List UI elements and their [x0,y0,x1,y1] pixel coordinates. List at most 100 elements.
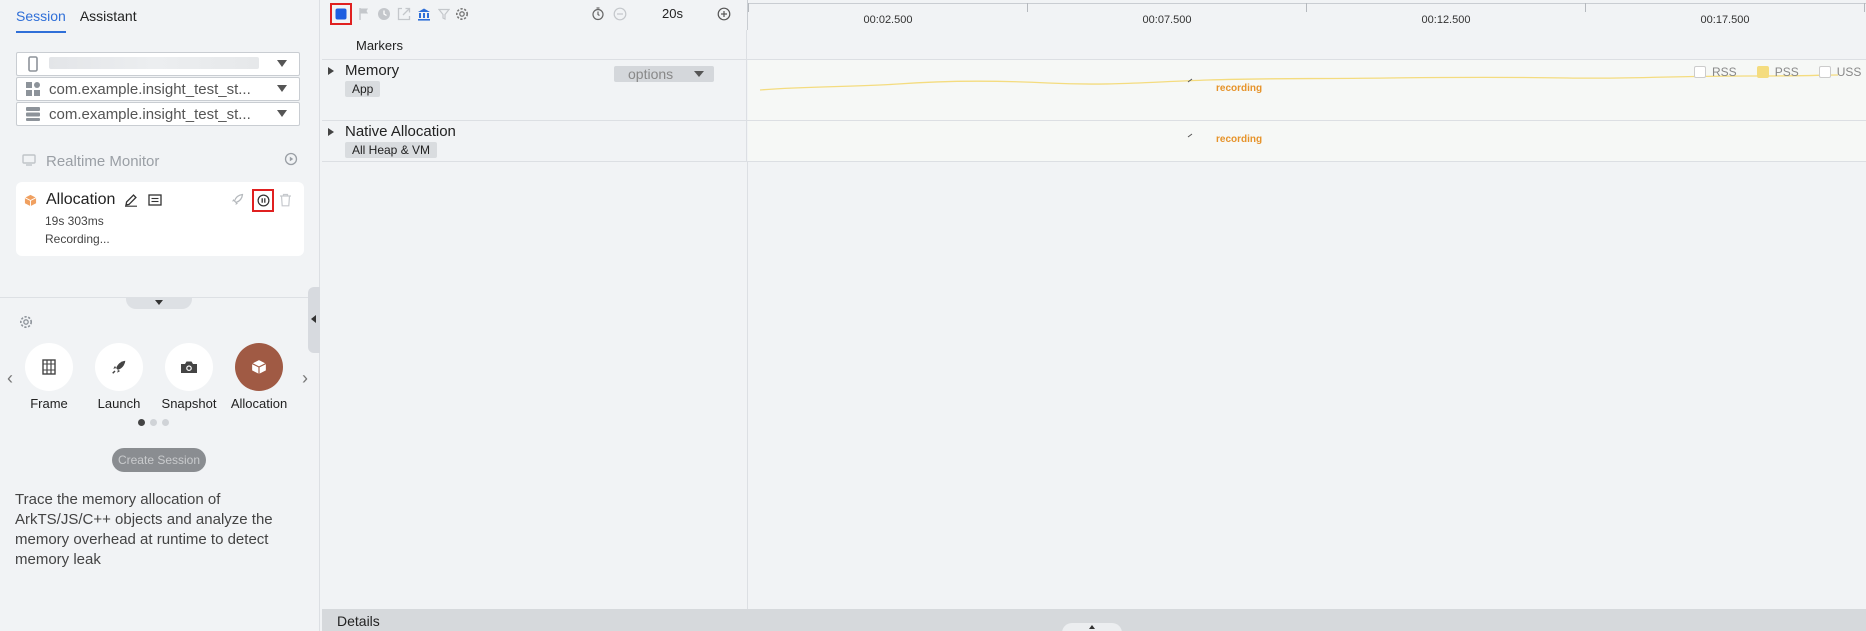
pagination-dot[interactable] [162,419,169,426]
apps-grid-icon [17,78,49,100]
device-select[interactable] [16,52,300,76]
pagination-dot[interactable] [150,419,157,426]
ruler-tick-label: 00:12.500 [1421,14,1471,26]
tab-assistant[interactable]: Assistant [80,8,137,33]
pause-circle-icon [257,194,269,207]
realtime-monitor-label: Realtime Monitor [46,152,160,170]
expand-triangle-icon[interactable] [328,128,334,136]
pagination-dot[interactable] [138,419,145,426]
app-select[interactable]: com.example.insight_test_st... [16,77,300,101]
chevron-down-icon [694,71,704,77]
native-allocation-graph[interactable]: recording [748,121,1866,161]
chevron-down-icon [277,110,287,117]
memory-scope-chip[interactable]: App [345,81,381,97]
pss-label: PSS [1774,65,1799,79]
session-status: Recording... [45,232,110,246]
timeline-toolbar: 20s [322,0,746,30]
export-icon[interactable] [396,6,412,22]
expand-triangle-icon[interactable] [328,67,334,75]
markers-header: Markers [322,30,747,59]
create-session-button[interactable]: Create Session [112,448,206,472]
trash-icon[interactable] [279,193,292,210]
native-allocation-title: Native Allocation [345,123,456,140]
session-type-launch[interactable]: Launch [84,343,154,411]
uss-checkbox[interactable] [1818,66,1831,78]
reset-zoom-icon[interactable] [590,6,606,22]
collapse-session-list-handle[interactable] [126,297,192,309]
ruler-tick [748,3,749,12]
details-panel-bar[interactable]: Details [322,609,1866,631]
target-selectors: com.example.insight_test_st... com.examp… [16,52,300,127]
stop-recording-button[interactable] [252,189,274,212]
ruler-tick [1585,3,1586,12]
memory-track-title: Memory [345,62,400,79]
process-select[interactable]: com.example.insight_test_st... [16,102,300,126]
frame-icon [25,343,73,391]
pss-checkbox[interactable] [1756,66,1769,78]
building-icon[interactable] [416,6,432,22]
memory-track-header: Memory App options [322,60,747,120]
ruler-tick [1027,3,1028,12]
chevron-down-icon [277,60,287,67]
session-type-snapshot[interactable]: Snapshot [154,343,224,411]
native-allocation-header: Native Allocation All Heap & VM [322,121,747,161]
chevron-right-icon[interactable]: › [302,368,308,389]
session-type-label: Launch [97,396,141,411]
record-stop-button[interactable] [330,3,352,25]
monitor-icon [22,153,36,170]
session-duration: 19s 303ms [45,214,104,228]
ruler-tick [1306,3,1307,12]
native-scope-chip[interactable]: All Heap & VM [345,142,438,158]
memory-legend: RSS PSS USS [1694,65,1861,79]
filter-icon[interactable] [436,6,452,22]
native-recording-label: recording [1216,134,1263,145]
details-label: Details [337,613,380,629]
markers-row: Markers [322,30,1866,60]
collapse-left-panel-handle[interactable] [308,287,320,353]
notes-icon[interactable] [148,194,162,209]
ruler-tick-label: 00:07.500 [1142,14,1192,26]
device-value [49,56,299,73]
timer-icon[interactable] [376,6,392,22]
gear-icon[interactable] [19,315,33,332]
left-panel: Session Assistant com.example.insight_te… [0,0,320,631]
process-list-icon [17,103,49,125]
memory-options-dropdown[interactable]: options [614,66,714,82]
zoom-out-icon[interactable] [612,6,628,22]
cube-icon [24,194,37,210]
rss-checkbox[interactable] [1694,66,1706,78]
session-card[interactable]: Allocation 19s 303ms Recording... [16,182,304,256]
uss-label: USS [1836,65,1862,79]
edit-icon[interactable] [124,193,138,210]
timeline-divider [747,162,748,609]
settings-gear-icon[interactable] [454,6,470,22]
session-type-label: Allocation [230,396,288,411]
zoom-in-icon[interactable] [716,6,732,22]
session-type-label: Frame [30,396,68,411]
camera-icon [165,343,213,391]
ruler-tick [1864,3,1865,12]
realtime-monitor-header: Realtime Monitor [22,152,298,170]
chevron-left-icon[interactable]: ‹ [7,368,13,389]
session-type-label: Snapshot [161,396,217,411]
memory-recording-label: recording [1216,83,1263,94]
chevron-down-icon [277,85,287,92]
rss-label: RSS [1712,65,1737,79]
launch-rocket-icon[interactable] [230,193,244,210]
expand-details-handle[interactable] [1062,623,1122,631]
app-value: com.example.insight_test_st... [49,80,251,98]
session-type-allocation[interactable]: Allocation [224,343,294,411]
memory-track-graph[interactable]: recording RSS PSS USS [748,60,1866,120]
stop-square-icon [335,8,347,20]
flag-icon[interactable] [356,6,372,22]
top-tabs: Session Assistant [16,8,137,33]
ruler-baseline [748,3,1866,4]
time-ruler[interactable]: 00:02.500 00:07.500 00:12.500 00:17.500 [747,0,1866,30]
process-value: com.example.insight_test_st... [49,105,251,123]
session-type-frame[interactable]: Frame [14,343,84,411]
tab-session[interactable]: Session [16,8,66,33]
session-type-description: Trace the memory allocation of ArkTS/JS/… [15,491,273,568]
cube-icon [235,343,283,391]
ruler-tick-label: 00:02.500 [863,14,913,26]
play-circle-icon[interactable] [284,152,298,170]
